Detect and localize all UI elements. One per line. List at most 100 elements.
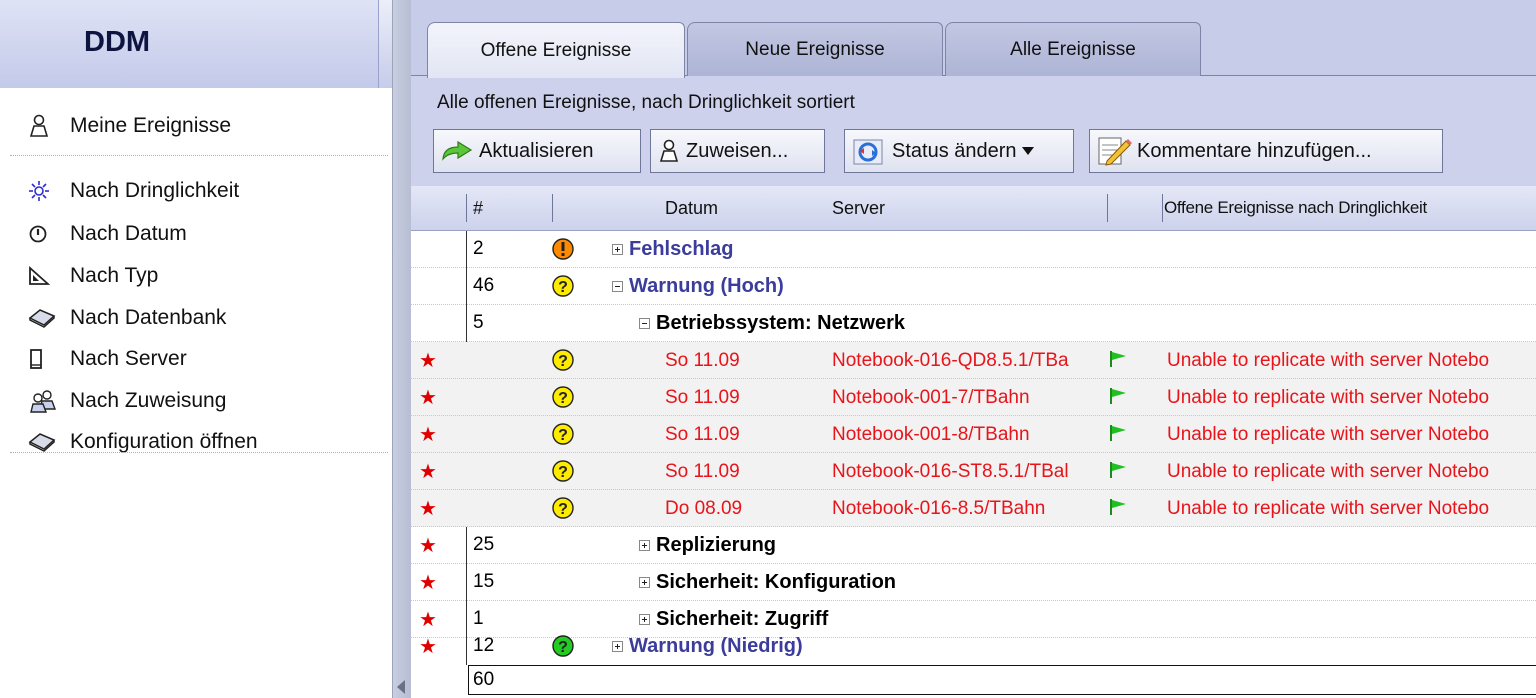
table-row[interactable]: ★ ? So 11.09 Notebook-016-QD8.5.1/TBa Un… <box>411 342 1536 379</box>
expand-icon[interactable] <box>639 540 650 551</box>
column-header-date[interactable]: Datum <box>665 198 718 219</box>
table-row[interactable]: ★ ? So 11.09 Notebook-001-7/TBahn Unable… <box>411 379 1536 416</box>
column-separator[interactable] <box>552 194 553 222</box>
column-separator[interactable] <box>466 194 467 222</box>
column-header-server[interactable]: Server <box>832 198 885 219</box>
star-icon[interactable]: ★ <box>419 422 437 447</box>
column-separator[interactable] <box>1107 194 1108 222</box>
assign-button-label: Zuweisen... <box>686 139 789 162</box>
event-count: 25 <box>466 527 526 564</box>
star-icon[interactable]: ★ <box>419 348 437 373</box>
event-date: So 11.09 <box>665 387 740 408</box>
table-row[interactable]: 46 ? Warnung (Hoch) <box>411 268 1536 305</box>
table-row[interactable]: ★ ? So 11.09 Notebook-016-ST8.5.1/TBal U… <box>411 453 1536 490</box>
tab-offene-ereignisse[interactable]: Offene Ereignisse <box>427 22 685 78</box>
table-row[interactable]: ★ ? So 11.09 Notebook-001-8/TBahn Unable… <box>411 416 1536 453</box>
event-message: Unable to replicate with server Notebo <box>1167 461 1490 482</box>
svg-text:?: ? <box>558 427 568 444</box>
green-flag-icon <box>1110 388 1126 404</box>
failure-icon <box>552 238 574 260</box>
tab-neue-ereignisse[interactable]: Neue Ereignisse <box>687 22 943 76</box>
expand-icon[interactable] <box>612 641 623 652</box>
nav-item-nach-zuweisung[interactable]: Nach Zuweisung <box>0 381 392 421</box>
table-row[interactable]: ★ 15 Sicherheit: Konfiguration <box>411 564 1536 601</box>
nav-item-nach-server[interactable]: Nach Server <box>0 339 392 379</box>
nav-item-label: Nach Dringlichkeit <box>70 179 240 202</box>
column-header-count[interactable]: # <box>473 198 483 219</box>
star-icon[interactable]: ★ <box>419 459 437 484</box>
triangle-ruler-icon <box>28 266 70 286</box>
table-row[interactable]: 2 Fehlschlag <box>411 231 1536 268</box>
group-label: Fehlschlag <box>629 238 734 260</box>
nav-item-label: Nach Zuweisung <box>70 389 227 412</box>
total-count: 60 <box>468 665 1536 695</box>
refresh-button[interactable]: Aktualisieren <box>433 129 641 173</box>
svg-text:?: ? <box>558 464 568 481</box>
warning-high-icon: ? <box>552 386 574 408</box>
add-comments-button[interactable]: Kommentare hinzufügen... <box>1089 129 1443 173</box>
table-row[interactable]: ★ 25 Replizierung <box>411 527 1536 564</box>
table-row[interactable]: ★ ? Do 08.09 Notebook-016-8.5/TBahn Unab… <box>411 490 1536 527</box>
status-change-icon <box>853 139 883 165</box>
event-message: Unable to replicate with server Notebo <box>1167 424 1490 445</box>
nav-item-nach-dringlichkeit[interactable]: Nach Dringlichkeit <box>0 171 392 211</box>
green-flag-icon <box>1110 425 1126 441</box>
subgroup-label: Sicherheit: Konfiguration <box>656 571 896 593</box>
event-server: Notebook-001-8/TBahn <box>832 424 1030 445</box>
nav-item-konfiguration-oeffnen[interactable]: Konfiguration öffnen <box>0 422 392 462</box>
table-row[interactable]: 5 Betriebssystem: Netzwerk <box>411 305 1536 342</box>
warning-high-icon: ? <box>552 423 574 445</box>
subgroup-label: Replizierung <box>656 534 777 556</box>
pane-splitter[interactable] <box>393 0 411 698</box>
column-separator[interactable] <box>1162 194 1163 222</box>
nav-item-meine-ereignisse[interactable]: Meine Ereignisse <box>0 106 392 146</box>
star-icon[interactable]: ★ <box>419 570 437 595</box>
change-status-button[interactable]: Status ändern <box>844 129 1074 173</box>
nav-item-label: Nach Typ <box>70 264 159 287</box>
collapse-icon[interactable] <box>639 318 650 329</box>
expand-icon[interactable] <box>639 577 650 588</box>
nav-item-nach-typ[interactable]: Nach Typ <box>0 256 392 296</box>
event-message: Unable to replicate with server Notebo <box>1167 387 1490 408</box>
database-book-icon <box>28 432 70 452</box>
person-icon <box>659 139 679 162</box>
event-date: So 11.09 <box>665 350 740 371</box>
expand-icon[interactable] <box>612 244 623 255</box>
nav-item-nach-datenbank[interactable]: Nach Datenbank <box>0 298 392 338</box>
database-book-icon <box>28 308 70 328</box>
collapse-icon[interactable] <box>612 281 623 292</box>
event-message: Unable to replicate with server Notebo <box>1167 350 1490 371</box>
nav-separator <box>10 155 388 156</box>
star-icon[interactable]: ★ <box>419 634 437 659</box>
green-flag-icon <box>1110 462 1126 478</box>
expand-icon[interactable] <box>639 614 650 625</box>
table-row[interactable]: ★ 12 ? Warnung (Niedrig) <box>411 628 1536 665</box>
event-count: 5 <box>466 305 526 342</box>
green-flag-icon <box>1110 351 1126 367</box>
event-date: So 11.09 <box>665 461 740 482</box>
warning-high-icon: ? <box>552 497 574 519</box>
event-count: 2 <box>466 231 526 268</box>
svg-text:?: ? <box>558 390 568 407</box>
star-icon[interactable]: ★ <box>419 385 437 410</box>
caret-down-icon <box>1021 147 1034 155</box>
nav-item-label: Nach Server <box>70 347 187 370</box>
tab-alle-ereignisse[interactable]: Alle Ereignisse <box>945 22 1201 76</box>
warning-high-icon: ? <box>552 349 574 371</box>
add-comments-button-label: Kommentare hinzufügen... <box>1137 139 1372 162</box>
nav-item-nach-datum[interactable]: Nach Datum <box>0 214 392 254</box>
event-date: Do 08.09 <box>665 498 743 519</box>
splitter-grip-icon[interactable] <box>395 680 407 694</box>
column-header-category[interactable]: Offene Ereignisse nach Dringlichkeit <box>1164 198 1427 218</box>
star-icon[interactable]: ★ <box>419 496 437 521</box>
assign-button[interactable]: Zuweisen... <box>650 129 825 173</box>
notepad-pencil-icon <box>1098 137 1132 166</box>
event-server: Notebook-016-QD8.5.1/TBa <box>832 350 1069 371</box>
nav-item-label: Meine Ereignisse <box>70 114 232 137</box>
server-tower-icon <box>28 348 70 370</box>
event-server: Notebook-016-ST8.5.1/TBal <box>832 461 1069 482</box>
star-icon[interactable]: ★ <box>419 533 437 558</box>
warning-high-icon: ? <box>552 460 574 482</box>
svg-text:?: ? <box>558 501 568 518</box>
navigation-header: DDM <box>0 0 392 88</box>
